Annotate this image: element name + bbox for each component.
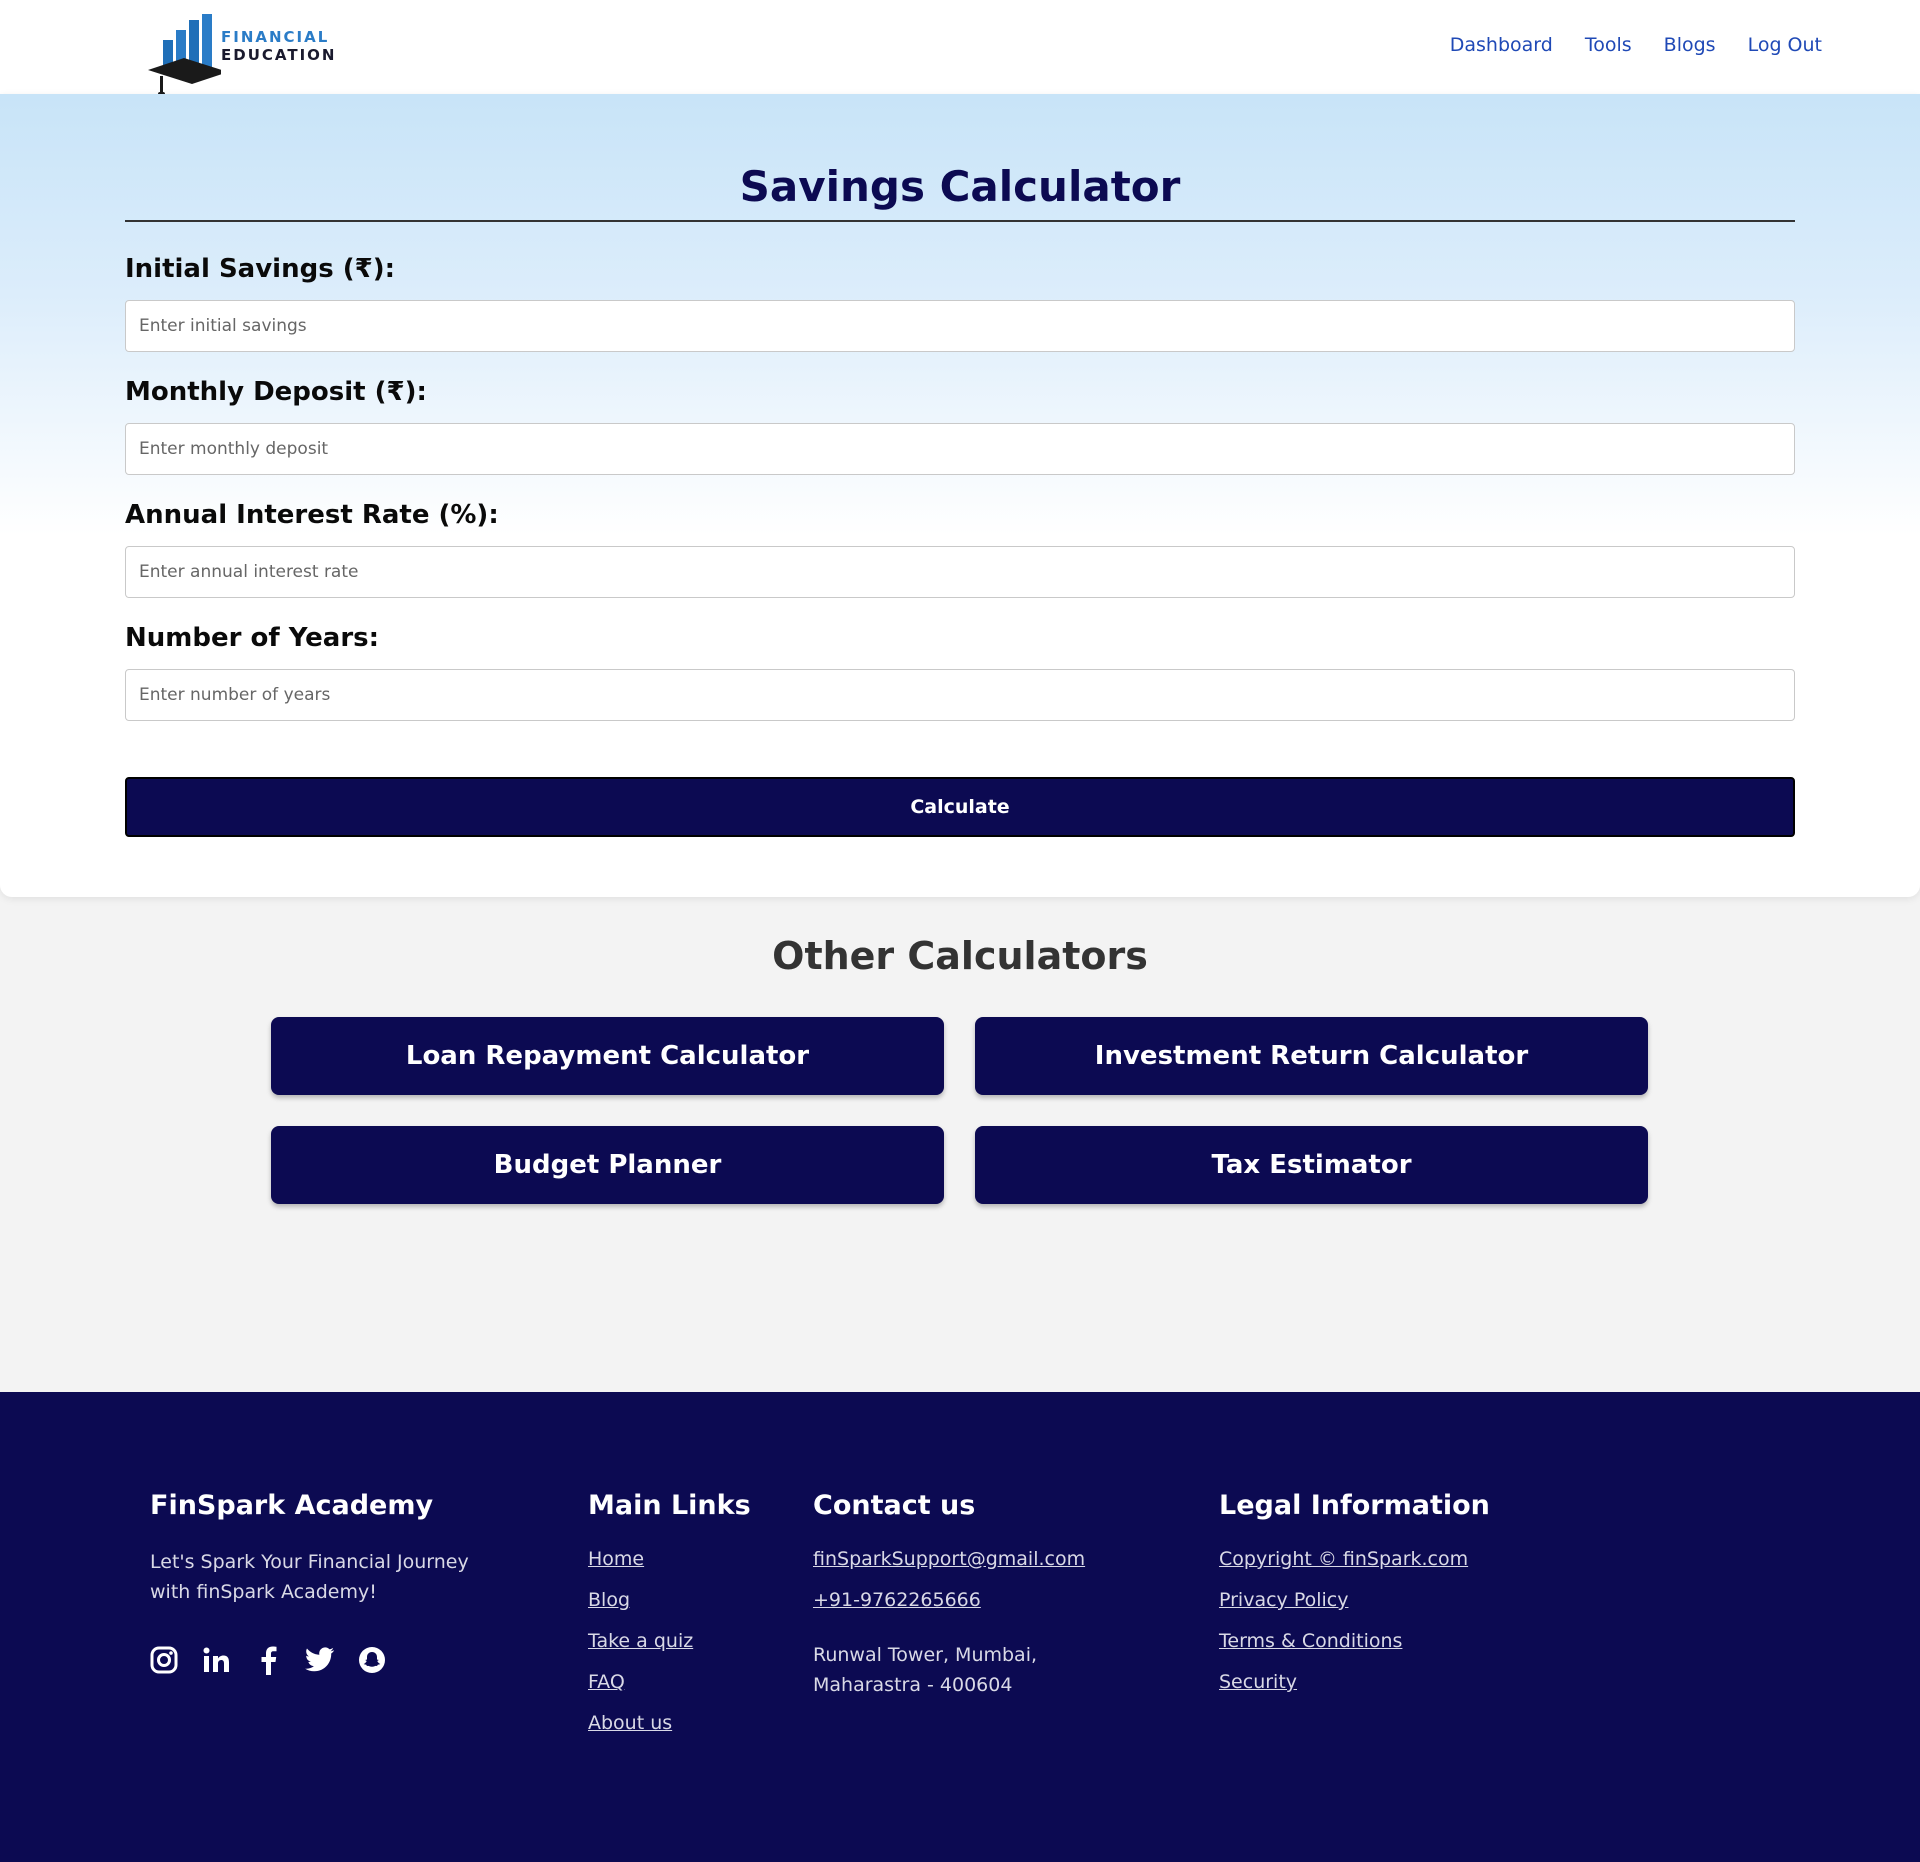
- header: FINANCIAL EDUCATION Dashboard Tools Blog…: [0, 0, 1920, 106]
- footer-main-links: Main Links Home Blog Take a quiz FAQ Abo…: [588, 1490, 751, 1752]
- page-title: Savings Calculator: [739, 162, 1181, 211]
- nav-blogs[interactable]: Blogs: [1664, 34, 1716, 56]
- nav-dashboard[interactable]: Dashboard: [1450, 34, 1553, 56]
- linkedin-icon[interactable]: [200, 1644, 232, 1676]
- legal-security[interactable]: Security: [1219, 1670, 1490, 1694]
- snapchat-icon[interactable]: [356, 1644, 388, 1676]
- footer-link-faq[interactable]: FAQ: [588, 1670, 751, 1694]
- footer-brand: FinSpark Academy Let's Spark Your Financ…: [150, 1490, 490, 1607]
- tax-estimator-button[interactable]: Tax Estimator: [975, 1126, 1648, 1204]
- contact-address: Runwal Tower, Mumbai, Maharastra - 40060…: [813, 1640, 1085, 1700]
- contact-phone[interactable]: +91-9762265666: [813, 1588, 1085, 1612]
- address-line2: Maharastra - 400604: [813, 1674, 1013, 1696]
- logo-line2: EDUCATION: [221, 46, 337, 64]
- interest-rate-input[interactable]: [125, 546, 1795, 598]
- other-calculators-title: Other Calculators: [772, 934, 1148, 978]
- title-divider: [125, 220, 1795, 222]
- monthly-deposit-input[interactable]: [125, 423, 1795, 475]
- nav-logout[interactable]: Log Out: [1748, 34, 1822, 56]
- initial-savings-label: Initial Savings (₹):: [125, 254, 395, 284]
- calculate-button[interactable]: Calculate: [125, 777, 1795, 837]
- savings-calculator-card: Savings Calculator Initial Savings (₹): …: [0, 94, 1920, 897]
- top-nav: Dashboard Tools Blogs Log Out: [1450, 34, 1822, 56]
- years-input[interactable]: [125, 669, 1795, 721]
- instagram-icon[interactable]: [148, 1644, 180, 1676]
- legal-title: Legal Information: [1219, 1490, 1490, 1521]
- budget-planner-button[interactable]: Budget Planner: [271, 1126, 944, 1204]
- years-label: Number of Years:: [125, 623, 380, 653]
- footer: FinSpark Academy Let's Spark Your Financ…: [0, 1392, 1920, 1862]
- twitter-icon[interactable]: [304, 1644, 336, 1676]
- investment-return-button[interactable]: Investment Return Calculator: [975, 1017, 1648, 1095]
- contact-email[interactable]: finSparkSupport@gmail.com: [813, 1547, 1085, 1571]
- interest-rate-label: Annual Interest Rate (%):: [125, 500, 499, 530]
- footer-legal: Legal Information Copyright © finSpark.c…: [1219, 1490, 1490, 1711]
- logo-text: FINANCIAL EDUCATION: [221, 28, 336, 64]
- facebook-icon[interactable]: [252, 1644, 284, 1676]
- footer-tagline: Let's Spark Your Financial Journey with …: [150, 1551, 469, 1603]
- logo-line1: FINANCIAL: [221, 28, 330, 46]
- footer-link-quiz[interactable]: Take a quiz: [588, 1629, 751, 1653]
- loan-repayment-button[interactable]: Loan Repayment Calculator: [271, 1017, 944, 1095]
- initial-savings-input[interactable]: [125, 300, 1795, 352]
- monthly-deposit-label: Monthly Deposit (₹):: [125, 377, 427, 407]
- footer-brand-title: FinSpark Academy: [150, 1490, 434, 1521]
- nav-tools[interactable]: Tools: [1585, 34, 1632, 56]
- footer-link-about[interactable]: About us: [588, 1711, 751, 1735]
- legal-copyright[interactable]: Copyright © finSpark.com: [1219, 1547, 1490, 1571]
- address-line1: Runwal Tower, Mumbai,: [813, 1644, 1038, 1666]
- social-links: [148, 1644, 388, 1676]
- footer-link-home[interactable]: Home: [588, 1547, 751, 1571]
- contact-title: Contact us: [813, 1490, 976, 1521]
- footer-link-blog[interactable]: Blog: [588, 1588, 751, 1612]
- legal-terms[interactable]: Terms & Conditions: [1219, 1629, 1490, 1653]
- legal-privacy[interactable]: Privacy Policy: [1219, 1588, 1490, 1612]
- footer-contact: Contact us finSparkSupport@gmail.com +91…: [813, 1490, 1085, 1700]
- main-links-title: Main Links: [588, 1490, 751, 1521]
